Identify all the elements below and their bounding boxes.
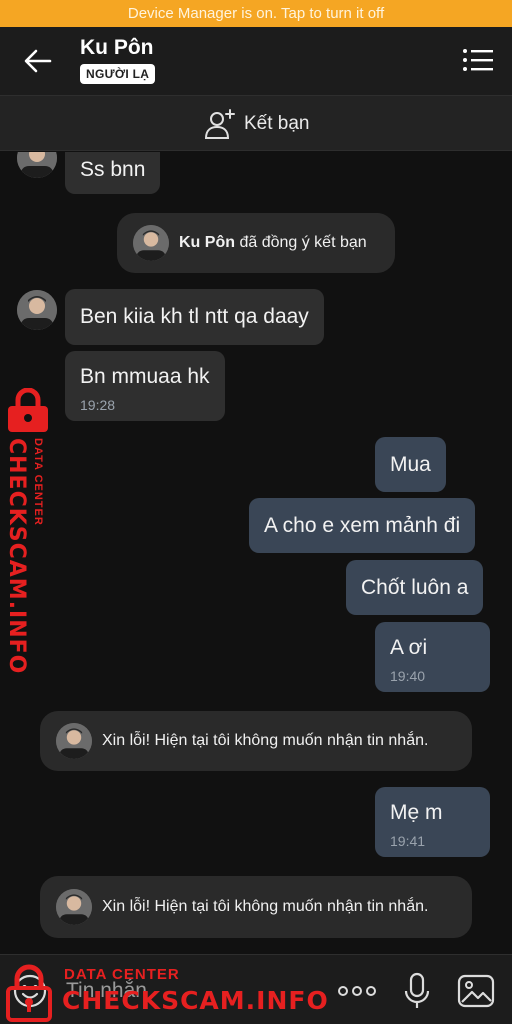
message-time: 19:28: [80, 397, 116, 413]
auto-reply-notice: Xin lỗi! Hiện tại tôi không muốn nhận ti…: [40, 711, 472, 771]
microphone-icon: [404, 972, 430, 1008]
message-text: Ss bnn: [80, 158, 146, 181]
notice-body: đã đồng ý kết bạn: [239, 234, 367, 251]
avatar-photo-icon: [17, 152, 57, 178]
emoji-icon: [13, 974, 47, 1008]
add-friend-label: Kết bạn: [244, 113, 310, 134]
add-friend-button[interactable]: Kết bạn: [204, 108, 310, 140]
message-time: 19:40: [390, 668, 426, 684]
avatar-photo-icon: [17, 290, 57, 330]
message-composer: [0, 954, 512, 1024]
message-bubble-in[interactable]: Bn mmuaa hk 19:28: [65, 351, 225, 421]
message-text: Ben kiia kh tl ntt qa daay: [80, 305, 309, 328]
message-text: Bn mmuaa hk: [80, 365, 210, 388]
microphone-button[interactable]: [402, 971, 432, 1011]
image-button[interactable]: [456, 973, 496, 1009]
message-text: A ơi: [390, 636, 428, 659]
message-text: A cho e xem mảnh đi: [264, 514, 461, 537]
message-text: Mua: [390, 453, 431, 476]
notice-text: Xin lỗi! Hiện tại tôi không muốn nhận ti…: [102, 898, 429, 915]
message-bubble-out[interactable]: Chốt luôn a: [346, 560, 484, 615]
friend-accepted-notice: Ku Pôn đã đồng ý kết bạn: [117, 213, 395, 273]
message-bubble-out[interactable]: Mẹ m 19:41: [375, 787, 490, 857]
message-list[interactable]: Ss bnn Ku Pôn đã đồng ý kết bạn Ben kiia…: [0, 152, 512, 954]
message-bubble-out[interactable]: A cho e xem mảnh đi: [249, 498, 476, 553]
avatar-photo-icon: [133, 225, 169, 261]
notice-name: Ku Pôn: [179, 234, 235, 251]
message-text: Mẹ m: [390, 801, 443, 824]
message-bubble-in[interactable]: Ben kiia kh tl ntt qa daay: [65, 289, 324, 345]
message-time: 19:41: [390, 833, 426, 849]
notice-text: Xin lỗi! Hiện tại tôi không muốn nhận ti…: [102, 732, 429, 749]
device-manager-banner[interactable]: Device Manager is on. Tap to turn it off: [0, 0, 512, 27]
message-bubble-in[interactable]: Ss bnn: [65, 152, 161, 194]
arrow-left-icon: [24, 49, 52, 73]
avatar-photo-icon: [56, 723, 92, 759]
notice-text: Ku Pôn đã đồng ý kết bạn: [179, 234, 367, 252]
more-icon: [338, 986, 376, 996]
contact-name[interactable]: Ku Pôn: [80, 36, 154, 60]
message-text: Chốt luôn a: [361, 576, 469, 599]
contact-avatar[interactable]: [56, 889, 92, 925]
message-input[interactable]: [66, 973, 316, 1009]
emoji-button[interactable]: [12, 973, 48, 1009]
back-button[interactable]: [20, 44, 56, 78]
list-menu-icon: [463, 49, 493, 71]
image-icon: [457, 974, 495, 1008]
menu-button[interactable]: [462, 47, 494, 73]
message-bubble-out[interactable]: A ơi 19:40: [375, 622, 490, 692]
stranger-badge: NGƯỜI LẠ: [80, 64, 156, 84]
contact-avatar[interactable]: [17, 290, 57, 330]
chat-header: Ku Pôn NGƯỜI LẠ: [0, 27, 512, 95]
add-person-icon: [204, 109, 235, 139]
auto-reply-notice: Xin lỗi! Hiện tại tôi không muốn nhận ti…: [40, 876, 472, 938]
avatar-photo-icon: [56, 889, 92, 925]
add-friend-bar: Kết bạn: [0, 95, 512, 151]
more-button[interactable]: [336, 977, 378, 1005]
contact-avatar[interactable]: [56, 723, 92, 759]
contact-avatar[interactable]: [133, 225, 169, 261]
contact-avatar[interactable]: [17, 152, 57, 178]
message-bubble-out[interactable]: Mua: [375, 437, 446, 492]
